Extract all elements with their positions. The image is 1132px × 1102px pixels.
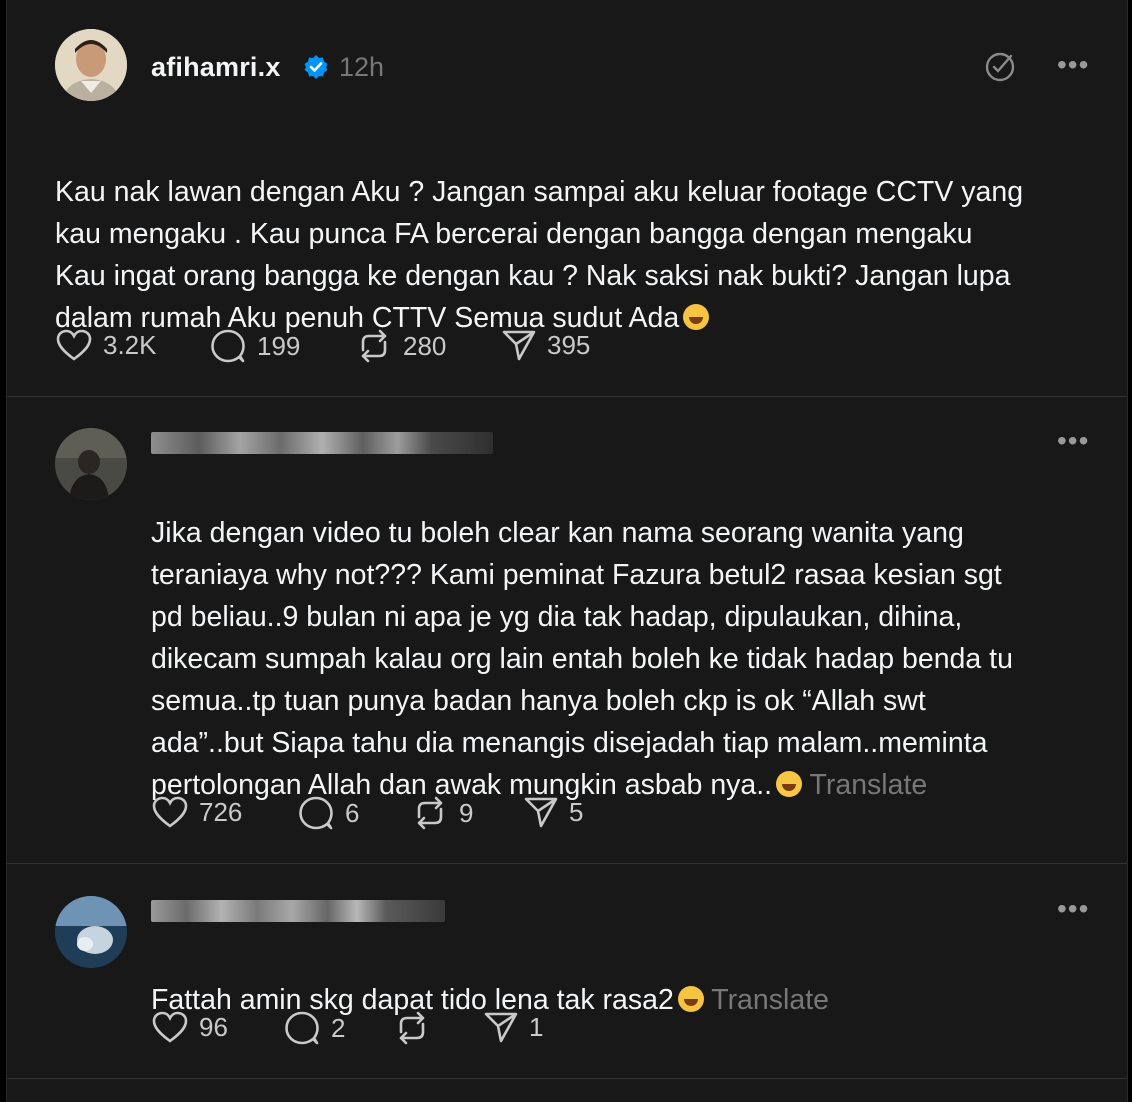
blurred-username[interactable]	[151, 432, 493, 454]
post-text-block: Kau nak lawan dengan Aku ? Jangan sampai…	[55, 129, 1115, 339]
repost-icon	[361, 329, 387, 363]
reply-button[interactable]: 6	[297, 795, 359, 831]
share-count: 395	[547, 329, 591, 360]
repost-icon	[417, 796, 443, 830]
like-button[interactable]: 96	[151, 1010, 228, 1044]
like-count: 726	[199, 796, 243, 827]
share-count: 5	[569, 796, 584, 827]
avatar-silhouette-icon	[55, 428, 127, 500]
like-button[interactable]: 3.2K	[55, 328, 157, 362]
repost-icon	[399, 1011, 425, 1045]
share-button[interactable]: 1	[483, 1010, 543, 1044]
repost-button[interactable]: 280	[355, 328, 446, 364]
send-icon	[524, 797, 558, 828]
share-button[interactable]: 5	[523, 795, 583, 829]
mute-icon[interactable]	[983, 50, 1017, 84]
comment-bubble-icon	[285, 1011, 319, 1045]
post-text: Kau nak lawan dengan Aku ? Jangan sampai…	[55, 176, 1024, 334]
reply-avatar[interactable]	[55, 896, 127, 968]
post-time: 12h	[339, 52, 385, 82]
share-count: 1	[529, 1011, 544, 1042]
comment-bubble-icon	[299, 796, 333, 830]
divider	[7, 396, 1127, 397]
reply-count: 6	[345, 797, 360, 828]
reply-text: Jika dengan video tu boleh clear kan nam…	[151, 517, 1013, 801]
post-more-icon[interactable]: •••	[1057, 51, 1089, 79]
reply-text-block: Fattah amin skg dapat tido lena tak rasa…	[151, 937, 1111, 1021]
translate-link[interactable]: Translate	[711, 984, 829, 1016]
repost-button[interactable]	[393, 1010, 441, 1046]
reply-count: 2	[331, 1012, 346, 1043]
heart-icon	[152, 796, 188, 828]
send-icon	[484, 1012, 518, 1043]
repost-button[interactable]: 9	[411, 795, 473, 831]
rolling-laughing-emoji-icon	[677, 986, 704, 1012]
like-count: 96	[199, 1011, 228, 1042]
reply-text-block: Jika dengan video tu boleh clear kan nam…	[151, 470, 1111, 806]
verified-badge-icon	[304, 55, 328, 79]
avatar-photo-icon	[55, 896, 127, 968]
repost-count: 280	[403, 330, 447, 361]
translate-link[interactable]: Translate	[810, 769, 928, 801]
author-avatar[interactable]	[55, 29, 127, 101]
heart-icon	[56, 329, 92, 361]
rolling-laughing-emoji-icon	[683, 304, 710, 330]
reply-button[interactable]: 199	[209, 328, 300, 364]
reply-button[interactable]: 2	[283, 1010, 345, 1046]
reply-avatar[interactable]	[55, 428, 127, 500]
like-button[interactable]: 726	[151, 795, 242, 829]
send-icon	[502, 330, 536, 361]
reply-more-icon[interactable]: •••	[1057, 427, 1089, 455]
author-username[interactable]: afihamri.x	[151, 52, 281, 83]
share-button[interactable]: 395	[501, 328, 590, 362]
comment-bubble-icon	[211, 329, 245, 363]
reply-count: 199	[257, 330, 301, 361]
repost-count: 9	[459, 797, 474, 828]
blurred-username[interactable]	[151, 900, 445, 922]
like-count: 3.2K	[103, 329, 157, 360]
divider	[7, 863, 1127, 864]
heart-icon	[152, 1011, 188, 1043]
crying-face-emoji-icon	[776, 771, 803, 797]
reply-more-icon[interactable]: •••	[1057, 895, 1089, 923]
divider	[7, 1078, 1127, 1079]
thread-panel: afihamri.x 12h ••• Kau nak lawan dengan …	[6, 0, 1128, 1102]
avatar-portrait-icon	[55, 29, 127, 101]
